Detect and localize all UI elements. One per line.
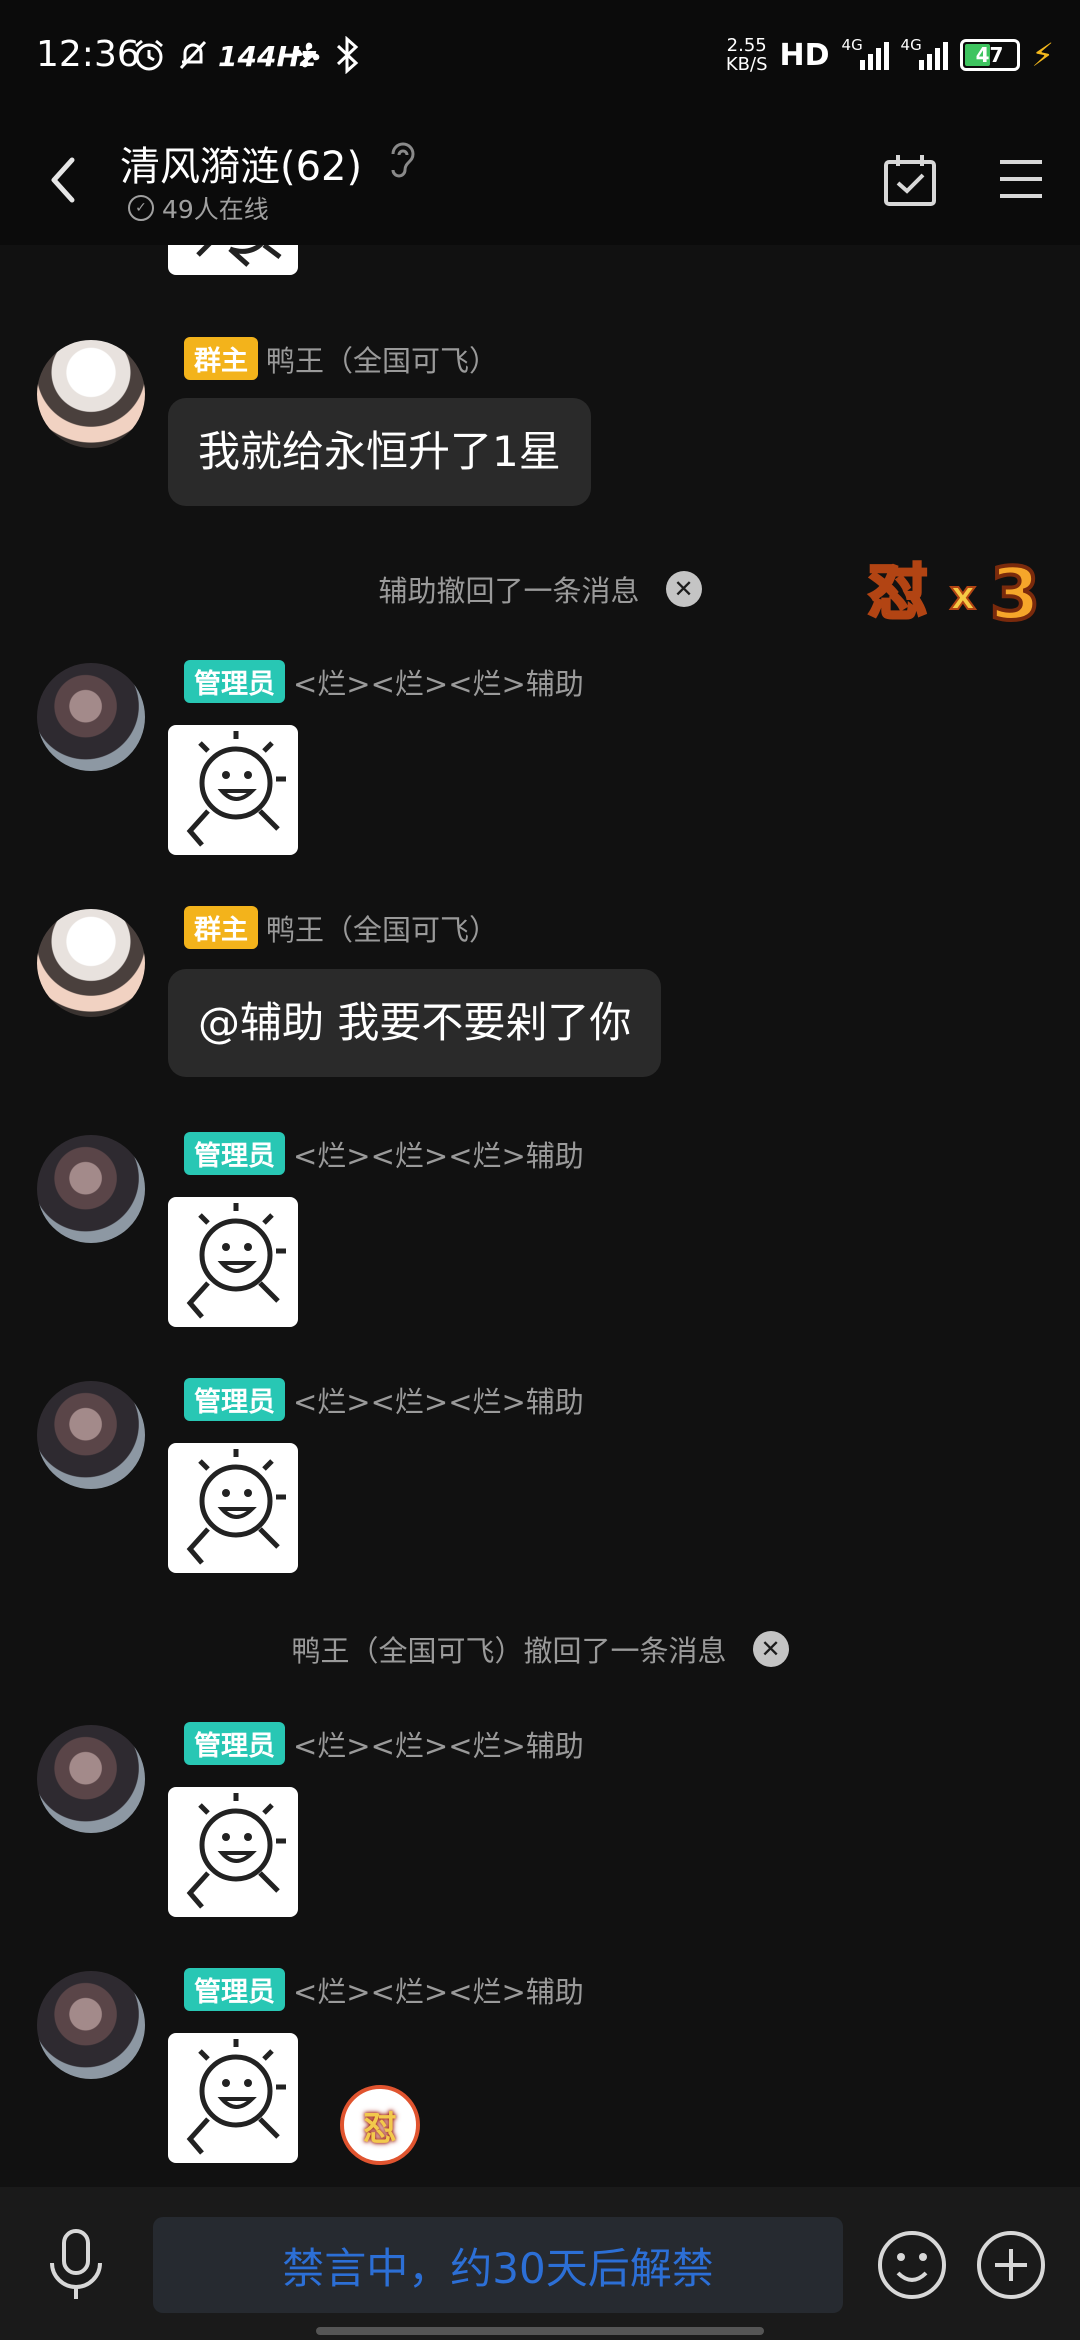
sticker-image[interactable]	[168, 725, 298, 855]
sender-line: 管理员 <烂><烂><烂>辅助	[184, 660, 584, 703]
text-bubble[interactable]: @辅助 我要不要剁了你	[168, 969, 662, 1077]
sticker-image[interactable]	[168, 2033, 298, 2163]
close-circle-icon[interactable]: ✕	[665, 571, 702, 607]
system-message-recall: 辅助撤回了一条消息 ✕	[0, 568, 1080, 610]
sender-line: 管理员 <烂><烂><烂>辅助	[184, 1132, 584, 1175]
sender-name[interactable]: <烂><烂><烂>辅助	[293, 1969, 584, 2011]
menu-icon[interactable]	[996, 156, 1046, 202]
hd-indicator: HD	[779, 37, 830, 73]
sender-name[interactable]: <烂><烂><烂>辅助	[293, 1379, 584, 1421]
ear-icon[interactable]	[385, 140, 419, 180]
message-list[interactable]: 群主 鸭王（全国可飞） 我就给永恒升了1星 怼 x 3 辅助撤回了一条消息 ✕ …	[0, 245, 1080, 2187]
sender-line: 群主 鸭王（全国可飞）	[184, 906, 498, 949]
reaction-dui-icon[interactable]: 怼	[340, 2085, 420, 2165]
sticker-face-icon	[186, 2039, 286, 2155]
sticker-image[interactable]	[168, 1787, 298, 1917]
input-bar: 禁言中，约30天后解禁	[0, 2187, 1080, 2340]
avatar[interactable]	[37, 1135, 145, 1243]
avatar[interactable]	[37, 1725, 145, 1833]
net-speed: 2.55 KB/S	[725, 35, 768, 75]
mute-bell-icon	[179, 40, 207, 70]
calendar-check-icon[interactable]	[880, 150, 940, 210]
emoji-icon[interactable]	[876, 2229, 948, 2301]
chat-header: 清风漪涟(62) ✓ 49人在线	[0, 120, 1080, 245]
avatar[interactable]	[37, 1971, 145, 2079]
sender-name[interactable]: 鸭王（全国可飞）	[266, 338, 498, 380]
system-message-recall: 鸭王（全国可飞）撤回了一条消息 ✕	[0, 1628, 1080, 1670]
sender-line: 管理员 <烂><烂><烂>辅助	[184, 1968, 584, 2011]
muted-input-field: 禁言中，约30天后解禁	[153, 2217, 843, 2313]
avatar[interactable]	[37, 1381, 145, 1489]
signal-sim2: 4G	[901, 36, 948, 70]
text-bubble[interactable]: 我就给永恒升了1星	[168, 398, 591, 506]
sticker-image[interactable]	[168, 1197, 298, 1327]
sticker-face-icon	[186, 1449, 286, 1565]
group-title[interactable]: 清风漪涟(62)	[120, 134, 362, 192]
fan-icon	[294, 42, 320, 68]
plus-icon[interactable]	[975, 2229, 1047, 2301]
admin-badge: 管理员	[184, 1968, 285, 2011]
sender-name[interactable]: <烂><烂><烂>辅助	[293, 661, 584, 703]
sender-line: 群主 鸭王（全国可飞）	[184, 337, 498, 380]
avatar[interactable]	[37, 909, 145, 1017]
charging-icon: ⚡	[1031, 36, 1054, 74]
chat-screen: 12:36 144Hz 2.55 KB/S HD 4G 4G 47 ⚡ 清风漪涟…	[0, 0, 1080, 2340]
sender-name[interactable]: <烂><烂><烂>辅助	[293, 1133, 584, 1175]
bluetooth-icon	[336, 36, 359, 74]
admin-badge: 管理员	[184, 1378, 285, 1421]
owner-badge: 群主	[184, 906, 258, 949]
sender-name[interactable]: <烂><烂><烂>辅助	[293, 1723, 584, 1765]
sticker-face-icon	[186, 1203, 286, 1319]
signal-sim1: 4G	[842, 36, 889, 70]
admin-badge: 管理员	[184, 660, 285, 703]
sender-line: 管理员 <烂><烂><烂>辅助	[184, 1378, 584, 1421]
online-check-icon: ✓	[128, 195, 154, 221]
microphone-icon[interactable]	[44, 2227, 108, 2303]
avatar[interactable]	[37, 340, 145, 448]
sticker-face-icon	[186, 731, 286, 847]
sticker-partial[interactable]	[168, 245, 298, 275]
system-text: 鸭王（全国可飞）撤回了一条消息	[291, 1634, 727, 1668]
status-right-cluster: 2.55 KB/S HD 4G 4G 47 ⚡	[726, 30, 1054, 80]
online-count: ✓ 49人在线	[128, 190, 269, 226]
sticker-image[interactable]	[168, 1443, 298, 1573]
back-arrow-icon[interactable]	[40, 150, 90, 210]
sticker-face-icon	[196, 245, 282, 267]
system-text: 辅助撤回了一条消息	[378, 574, 640, 608]
admin-badge: 管理员	[184, 1132, 285, 1175]
sender-line: 管理员 <烂><烂><烂>辅助	[184, 1722, 584, 1765]
close-circle-icon[interactable]: ✕	[752, 1631, 789, 1667]
avatar[interactable]	[37, 663, 145, 771]
home-indicator[interactable]	[316, 2327, 764, 2335]
status-bar: 12:36 144Hz 2.55 KB/S HD 4G 4G 47 ⚡	[0, 0, 1080, 120]
sender-name[interactable]: 鸭王（全国可飞）	[266, 907, 498, 949]
sticker-face-icon	[186, 1793, 286, 1909]
clock: 12:36	[36, 34, 140, 75]
owner-badge: 群主	[184, 337, 258, 380]
battery-indicator: 47	[959, 39, 1020, 71]
alarm-icon	[135, 39, 163, 71]
admin-badge: 管理员	[184, 1722, 285, 1765]
